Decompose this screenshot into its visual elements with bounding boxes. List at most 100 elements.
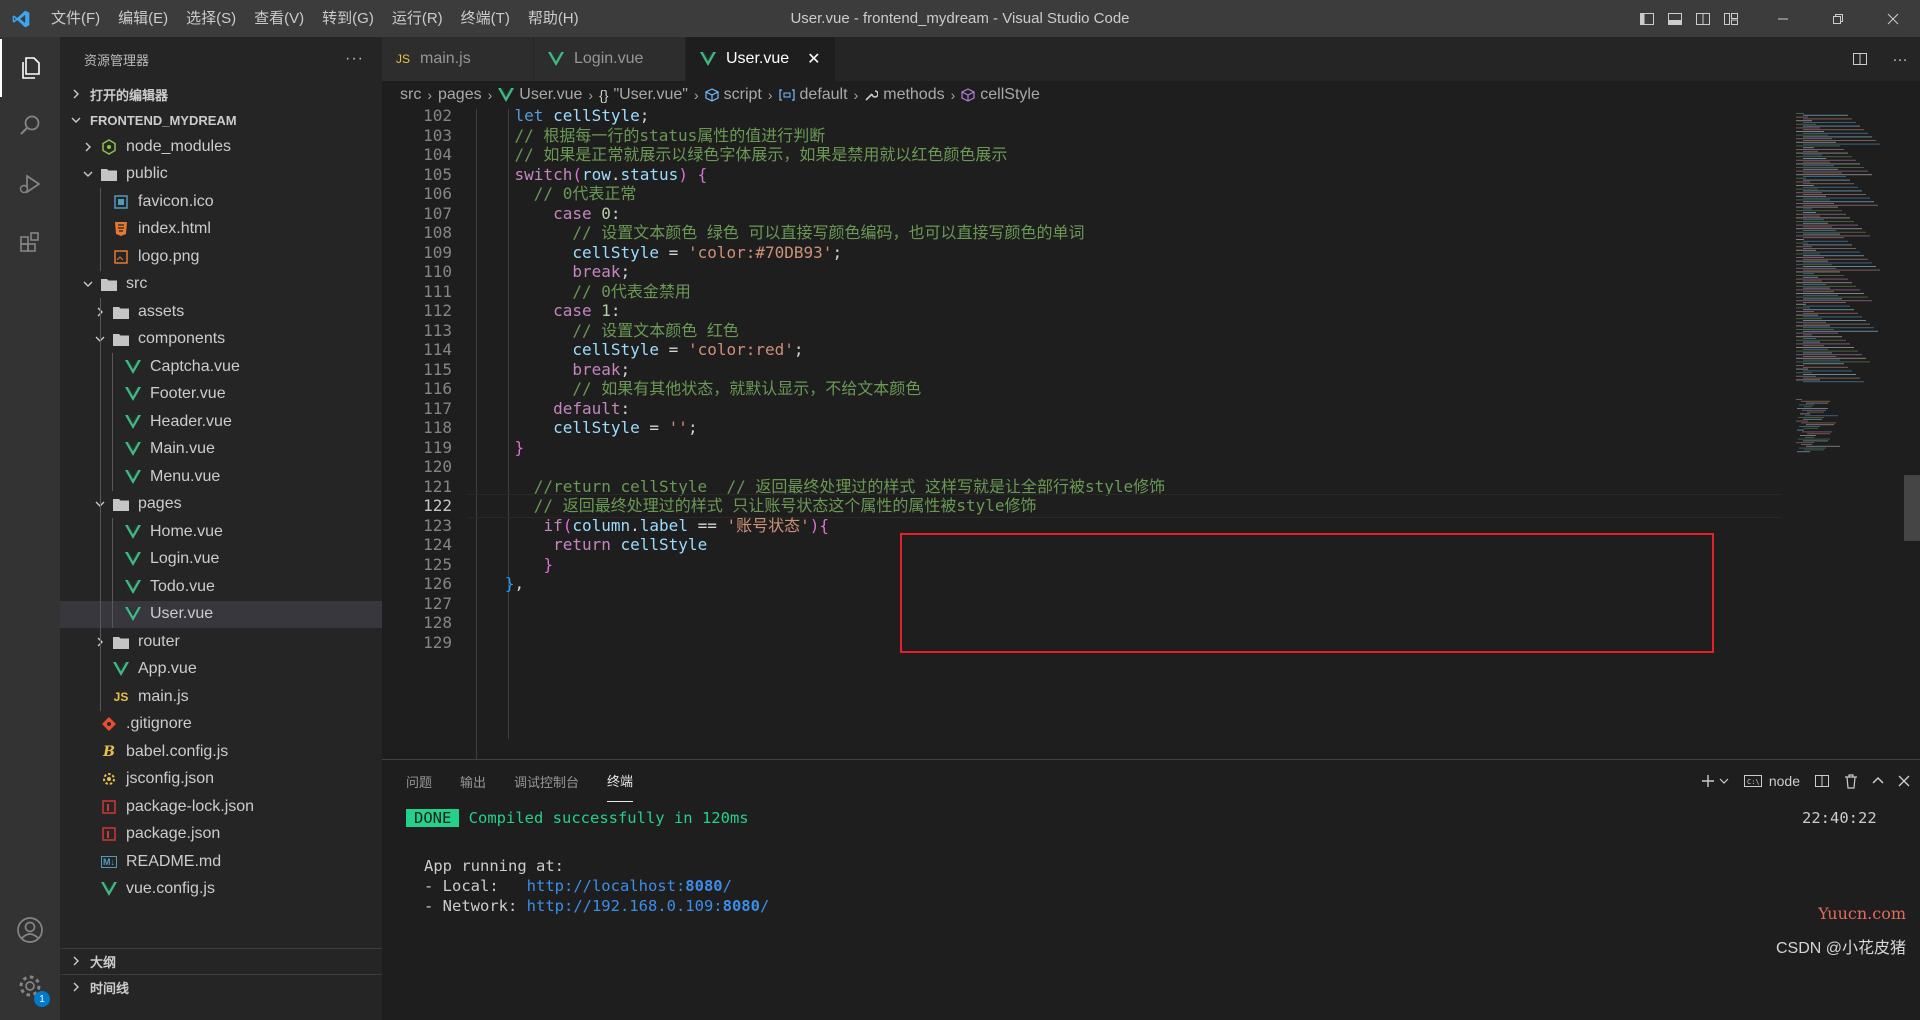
menu-item[interactable]: 转到(G): [313, 0, 383, 37]
minimize-icon[interactable]: [1755, 0, 1810, 37]
tree-file[interactable]: vue.config.js: [60, 876, 382, 904]
split-editor-icon[interactable]: [1840, 51, 1880, 67]
markdown-file-icon: M↓: [101, 855, 117, 868]
local-url[interactable]: http://localhost:8080/: [527, 877, 732, 895]
menu-item[interactable]: 文件(F): [42, 0, 109, 37]
tree-file[interactable]: Main.vue: [60, 435, 382, 463]
editor-scrollbar[interactable]: [1904, 109, 1920, 759]
tree-folder[interactable]: pages: [60, 490, 382, 518]
project-name: FRONTEND_MYDREAM: [90, 112, 237, 128]
tab-label: main.js: [420, 50, 471, 67]
tree-file[interactable]: logo.png: [60, 243, 382, 271]
timeline-section[interactable]: 时间线: [60, 974, 382, 999]
breadcrumb-item[interactable]: {} "User.vue": [599, 86, 688, 104]
tree-folder[interactable]: public: [60, 161, 382, 189]
menu-item[interactable]: 编辑(E): [109, 0, 177, 37]
editor-tab[interactable]: JS main.js: [382, 37, 534, 81]
toggle-primary-sidebar-icon[interactable]: [1633, 0, 1661, 37]
customize-layout-icon[interactable]: [1717, 0, 1745, 37]
account-icon[interactable]: [0, 901, 60, 959]
breadcrumb-item[interactable]: script: [705, 86, 762, 104]
menu-item[interactable]: 查看(V): [245, 0, 313, 37]
tree-file[interactable]: Footer.vue: [60, 380, 382, 408]
manage-gear-icon[interactable]: 1: [0, 957, 60, 1015]
tree-file[interactable]: jsconfig.json: [60, 766, 382, 794]
breadcrumb-item[interactable]: methods: [864, 86, 945, 104]
outline-section[interactable]: 大纲: [60, 948, 382, 973]
vscode-logo-icon[interactable]: [0, 0, 42, 37]
breadcrumb-item[interactable]: src: [400, 86, 421, 104]
close-tab-icon[interactable]: ✕: [807, 49, 820, 69]
tree-file[interactable]: M↓ README.md: [60, 848, 382, 876]
panel-tab[interactable]: 终端: [607, 760, 634, 802]
tree-folder[interactable]: router: [60, 628, 382, 656]
menu-item[interactable]: 运行(R): [383, 0, 452, 37]
breadcrumb-label: script: [723, 86, 762, 103]
explorer-icon[interactable]: [0, 39, 60, 97]
tree-file[interactable]: Home.vue: [60, 518, 382, 546]
menu-item[interactable]: 帮助(H): [519, 0, 588, 37]
editor-tab[interactable]: Login.vue: [534, 37, 686, 81]
terminal-shell[interactable]: C:\ node: [1743, 773, 1800, 789]
tree-file[interactable]: package-lock.json: [60, 793, 382, 821]
maximize-panel-icon[interactable]: [1872, 775, 1884, 787]
toggle-panel-icon[interactable]: [1661, 0, 1689, 37]
close-window-icon[interactable]: [1865, 0, 1920, 37]
explorer-header: 资源管理器 ···: [60, 37, 382, 81]
open-editors-section[interactable]: 打开的编辑器: [60, 81, 382, 107]
panel-tab[interactable]: 输出: [460, 760, 486, 802]
tree-folder[interactable]: assets: [60, 298, 382, 326]
jsconfig-file-icon: [100, 770, 118, 788]
tree-item-label: User.vue: [150, 605, 214, 623]
tree-item-label: Header.vue: [150, 412, 232, 430]
restore-icon[interactable]: [1810, 0, 1865, 37]
tree-file[interactable]: User.vue: [60, 600, 382, 628]
breadcrumb-item[interactable]: cellStyle: [961, 86, 1040, 104]
search-icon[interactable]: [0, 97, 60, 155]
close-panel-icon[interactable]: [1898, 775, 1910, 787]
tree-file[interactable]: favicon.ico: [60, 188, 382, 216]
network-url[interactable]: http://192.168.0.109:8080/: [527, 897, 770, 915]
new-terminal-icon[interactable]: [1700, 773, 1729, 789]
tree-file[interactable]: Todo.vue: [60, 573, 382, 601]
tree-folder[interactable]: components: [60, 325, 382, 353]
breadcrumb-item[interactable]: pages: [438, 86, 482, 104]
node-modules-folder-icon: [100, 138, 118, 156]
run-debug-icon[interactable]: [0, 155, 60, 213]
breadcrumb-item[interactable]: User.vue: [498, 86, 582, 104]
tree-folder[interactable]: src: [60, 271, 382, 299]
editor-more-icon[interactable]: ···: [1880, 51, 1920, 68]
update-badge: 1: [34, 991, 50, 1007]
scrollbar-thumb[interactable]: [1904, 475, 1920, 541]
folder-icon: [112, 303, 130, 321]
menu-item[interactable]: 选择(S): [177, 0, 245, 37]
editor-tab[interactable]: User.vue ✕: [686, 37, 836, 81]
tree-file[interactable]: Captcha.vue: [60, 353, 382, 381]
project-section[interactable]: FRONTEND_MYDREAM: [60, 107, 382, 133]
tree-file[interactable]: .gitignore: [60, 711, 382, 739]
tree-file[interactable]: JS main.js: [60, 683, 382, 711]
npm-file-icon: [100, 825, 118, 843]
tree-file[interactable]: package.json: [60, 821, 382, 849]
panel-tab[interactable]: 问题: [406, 760, 432, 802]
tree-file[interactable]: Bbabel.config.js: [60, 738, 382, 766]
vue-file-icon: [124, 385, 142, 403]
panel-tab[interactable]: 调试控制台: [514, 760, 579, 802]
breadcrumb-item[interactable]: default: [778, 86, 848, 104]
menu-item[interactable]: 终端(T): [452, 0, 519, 37]
tree-folder[interactable]: node_modules: [60, 133, 382, 161]
extensions-icon[interactable]: [0, 213, 60, 271]
html-file-icon: [112, 220, 130, 238]
tree-file[interactable]: Menu.vue: [60, 463, 382, 491]
minimap[interactable]: [1792, 109, 1902, 759]
split-terminal-icon[interactable]: [1814, 773, 1830, 789]
tree-item-label: Todo.vue: [150, 577, 215, 595]
toggle-secondary-sidebar-icon[interactable]: [1689, 0, 1717, 37]
tree-file[interactable]: App.vue: [60, 655, 382, 683]
kill-terminal-icon[interactable]: [1844, 773, 1858, 789]
tree-file[interactable]: Login.vue: [60, 545, 382, 573]
tree-file[interactable]: Header.vue: [60, 408, 382, 436]
code-editor[interactable]: 102 let cellStyle; 103 // 根据每一行的status属性的…: [382, 109, 1782, 759]
more-actions-icon[interactable]: ···: [345, 50, 364, 68]
tree-file[interactable]: index.html: [60, 215, 382, 243]
